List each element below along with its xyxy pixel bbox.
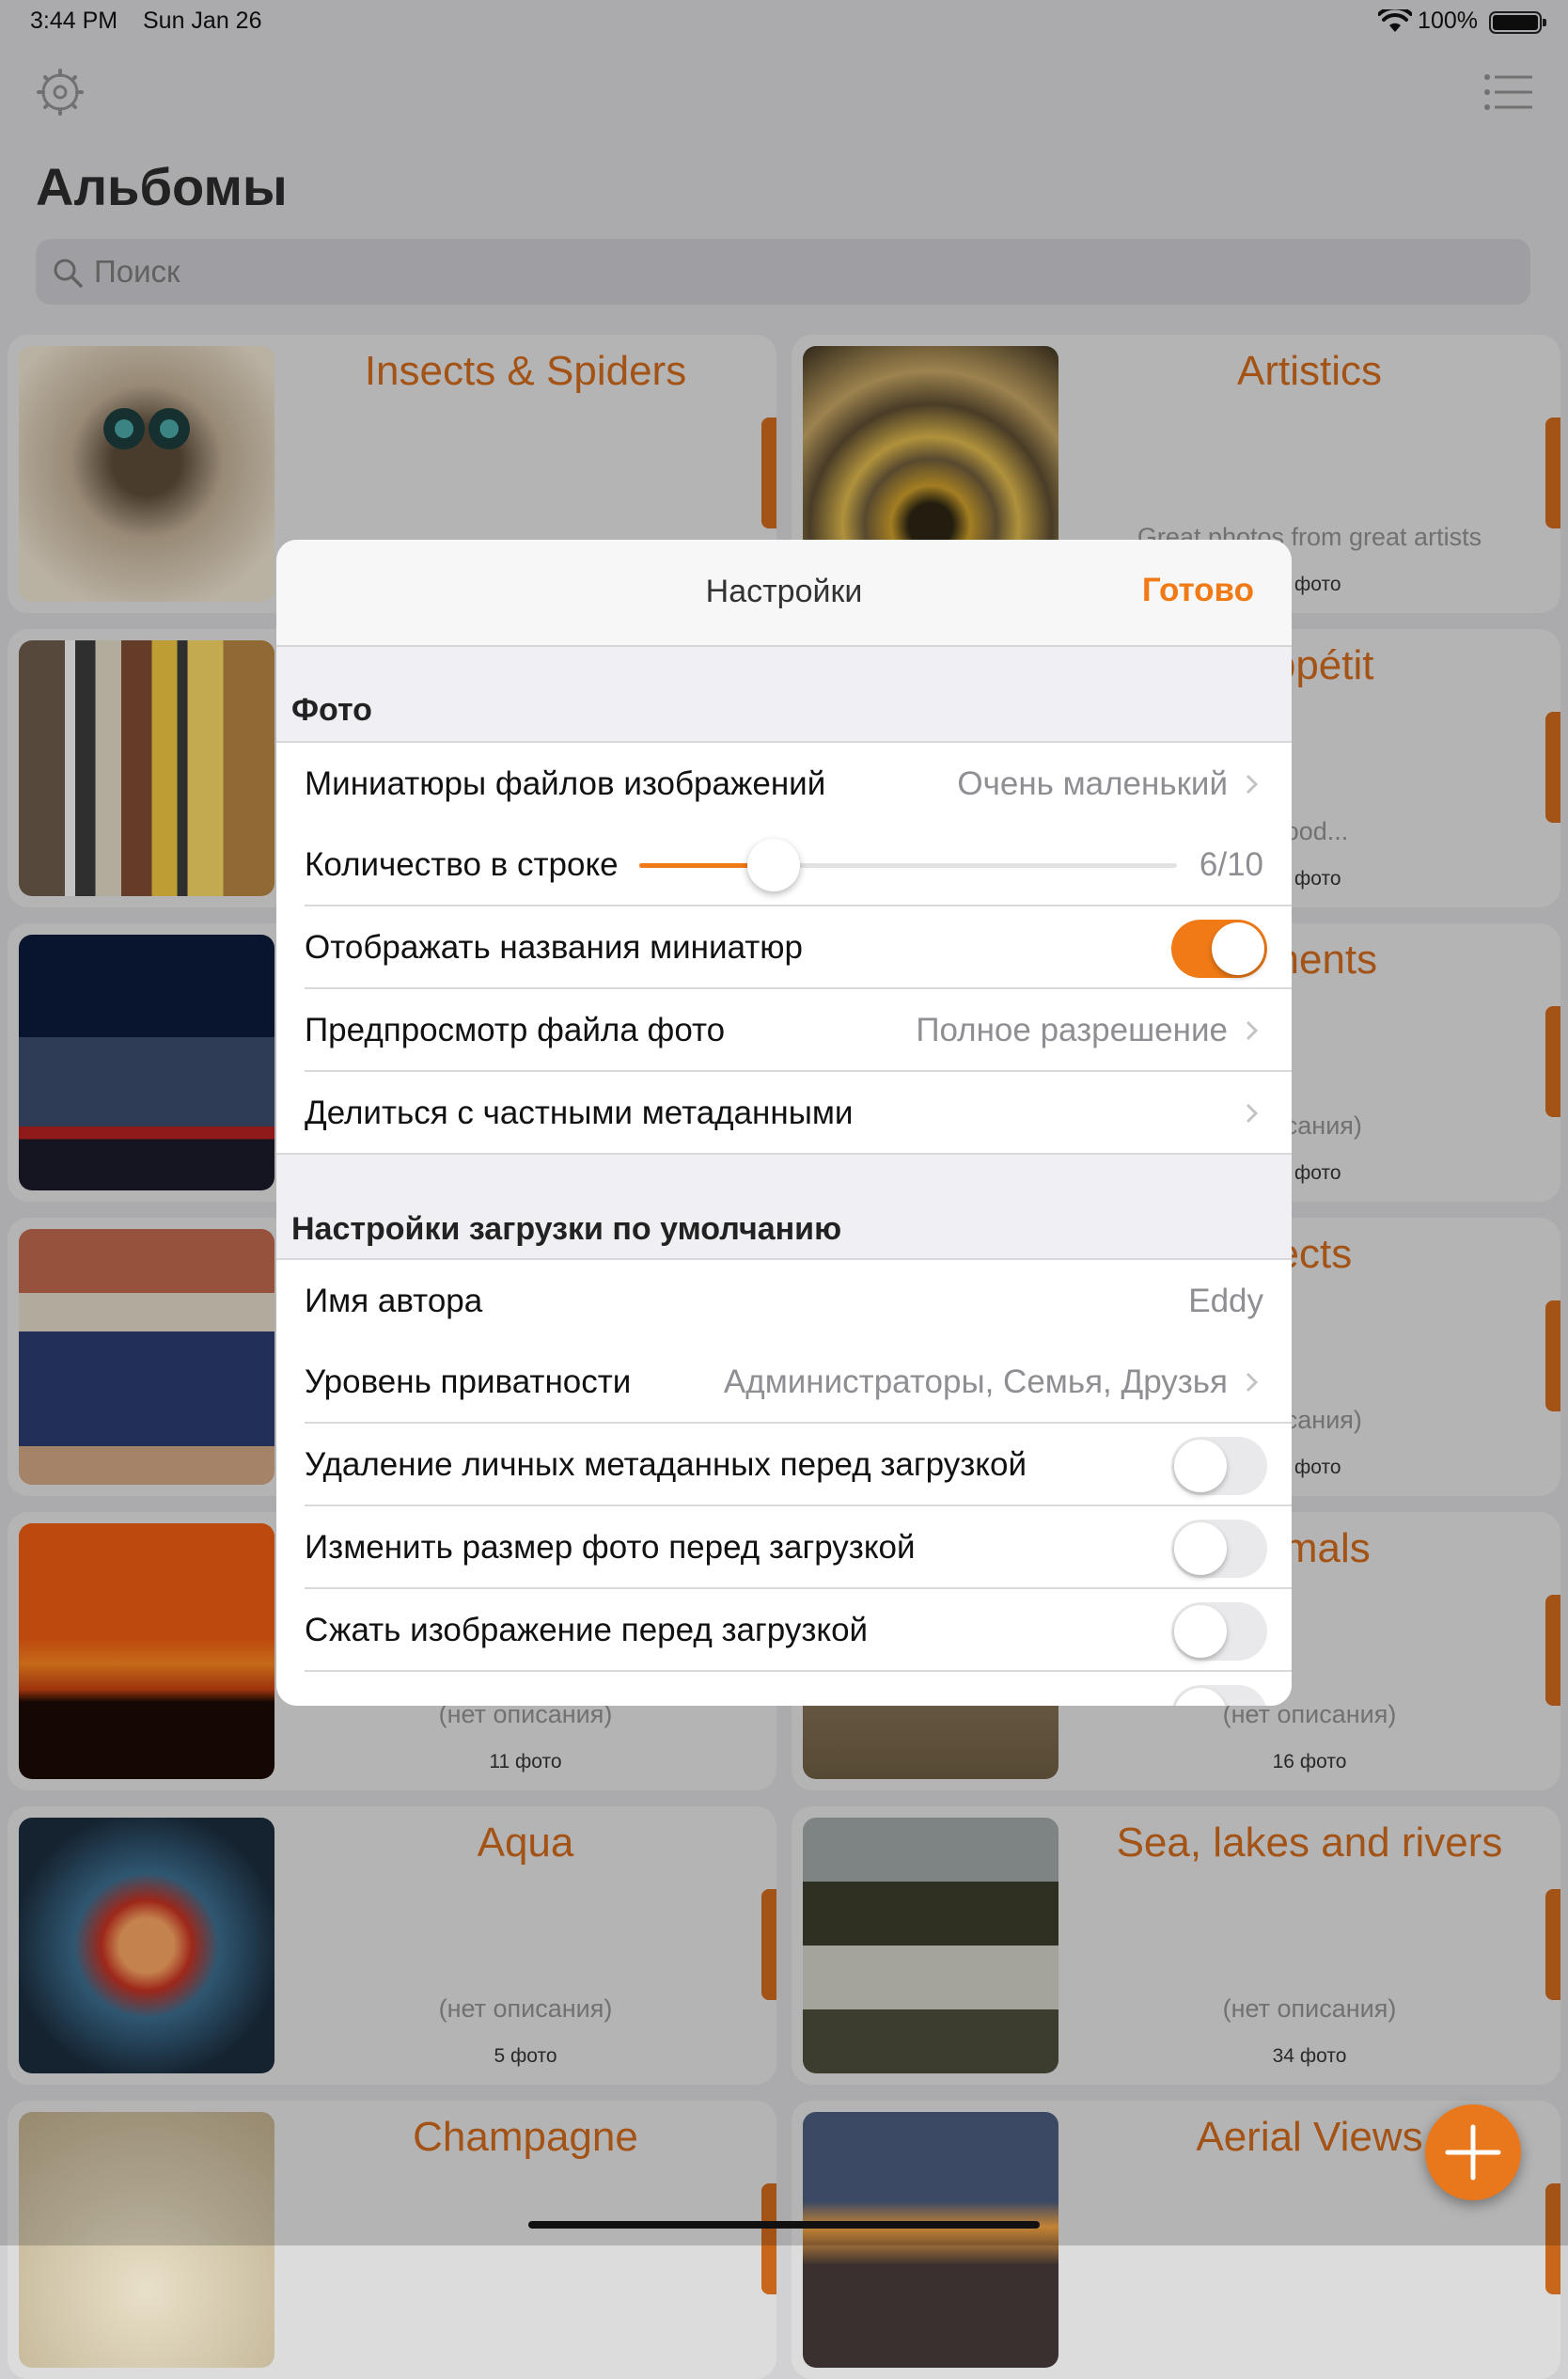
row-label: Имя автора [305,1283,483,1319]
cut-off-row [276,1672,1292,1706]
share-metadata-row[interactable]: Делиться с частными метаданными [276,1072,1292,1155]
row-value: 6/10 [1199,846,1263,883]
preview-row[interactable]: Предпросмотр файла фото Полное разрешени… [276,989,1292,1072]
plus-icon [1445,2124,1501,2181]
home-indicator [528,2221,1040,2229]
strip-metadata-row: Удаление личных метаданных перед загрузк… [276,1424,1292,1506]
modal-header: Настройки Готово [276,540,1292,647]
chevron-right-icon [1246,1103,1259,1124]
thumbnail-size-row[interactable]: Миниатюры файлов изображений Очень мален… [276,741,1292,826]
resize-row: Изменить размер фото перед загрузкой [276,1506,1292,1589]
row-label: Изменить размер фото перед загрузкой [305,1529,916,1566]
per-row-slider[interactable] [639,839,1177,891]
chevron-right-icon [1246,1372,1259,1393]
per-row-row: Количество в строке 6/10 [276,824,1292,906]
privacy-row[interactable]: Уровень приватности Администраторы, Семь… [276,1341,1292,1424]
chevron-right-icon [1246,774,1259,795]
row-label: Делиться с частными метаданными [305,1095,854,1131]
strip-metadata-toggle[interactable] [1171,1437,1267,1495]
author-value[interactable]: Eddy [1188,1283,1263,1320]
compress-toggle[interactable] [1171,1602,1267,1661]
row-label: Предпросмотр файла фото [305,1012,726,1048]
show-titles-toggle[interactable] [1171,920,1267,978]
section-header-photo: Фото [291,692,372,728]
slider-thumb[interactable] [747,839,800,891]
cut-off-toggle[interactable] [1171,1685,1267,1706]
row-label: Миниатюры файлов изображений [305,765,826,802]
settings-modal: Настройки Готово Фото Миниатюры файлов и… [276,540,1292,1706]
row-label: Отображать названия миниатюр [305,929,804,966]
show-titles-row: Отображать названия миниатюр [276,906,1292,989]
author-row[interactable]: Имя автора Eddy [276,1258,1292,1343]
row-label: Количество в строке [305,846,619,883]
row-label: Удаление личных метаданных перед загрузк… [305,1446,1027,1483]
chevron-right-icon [1246,1020,1259,1041]
row-value: Администраторы, Семья, Друзья [723,1363,1228,1400]
modal-title: Настройки [705,574,863,609]
section-header-upload: Настройки загрузки по умолчанию [291,1211,842,1247]
row-value: Очень маленький [957,765,1228,802]
compress-row: Сжать изображение перед загрузкой [276,1589,1292,1672]
row-label: Сжать изображение перед загрузкой [305,1612,869,1648]
done-button[interactable]: Готово [1142,572,1254,609]
row-value: Полное разрешение [916,1012,1228,1048]
row-label: Уровень приватности [305,1363,632,1400]
resize-toggle[interactable] [1171,1520,1267,1578]
add-album-button[interactable] [1425,2104,1521,2200]
